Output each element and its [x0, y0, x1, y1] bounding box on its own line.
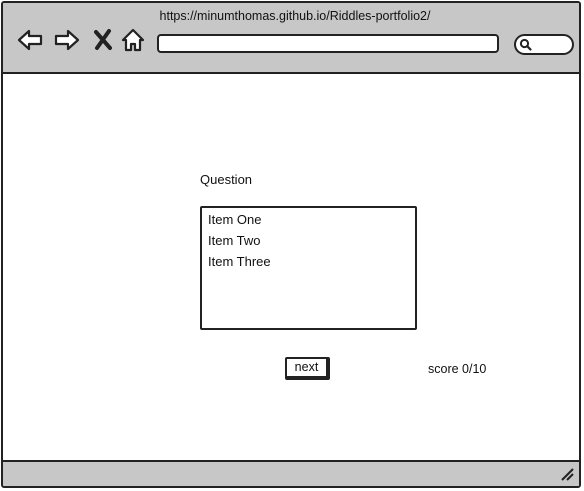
page-content: Question Item One Item Two Item Three ne… [3, 74, 579, 464]
status-bar [3, 460, 579, 486]
forward-arrow-icon[interactable] [54, 27, 80, 53]
list-item[interactable]: Item One [202, 212, 415, 233]
next-button[interactable]: next [285, 357, 330, 380]
search-icon [519, 38, 532, 51]
list-item[interactable]: Item Two [202, 233, 415, 254]
browser-toolbar: https://minumthomas.github.io/Riddles-po… [3, 3, 579, 74]
address-bar[interactable] [157, 34, 499, 53]
score-label: score 0/10 [428, 362, 487, 376]
question-label: Question [200, 172, 253, 187]
page-url: https://minumthomas.github.io/Riddles-po… [159, 9, 431, 23]
browser-window: https://minumthomas.github.io/Riddles-po… [1, 1, 581, 488]
list-item[interactable]: Item Three [202, 254, 415, 275]
search-box[interactable] [514, 34, 574, 55]
resize-grip-icon[interactable] [559, 466, 575, 482]
close-icon[interactable] [92, 27, 114, 53]
answer-list[interactable]: Item One Item Two Item Three [200, 206, 417, 330]
home-icon[interactable] [120, 27, 146, 53]
back-arrow-icon[interactable] [17, 27, 43, 53]
